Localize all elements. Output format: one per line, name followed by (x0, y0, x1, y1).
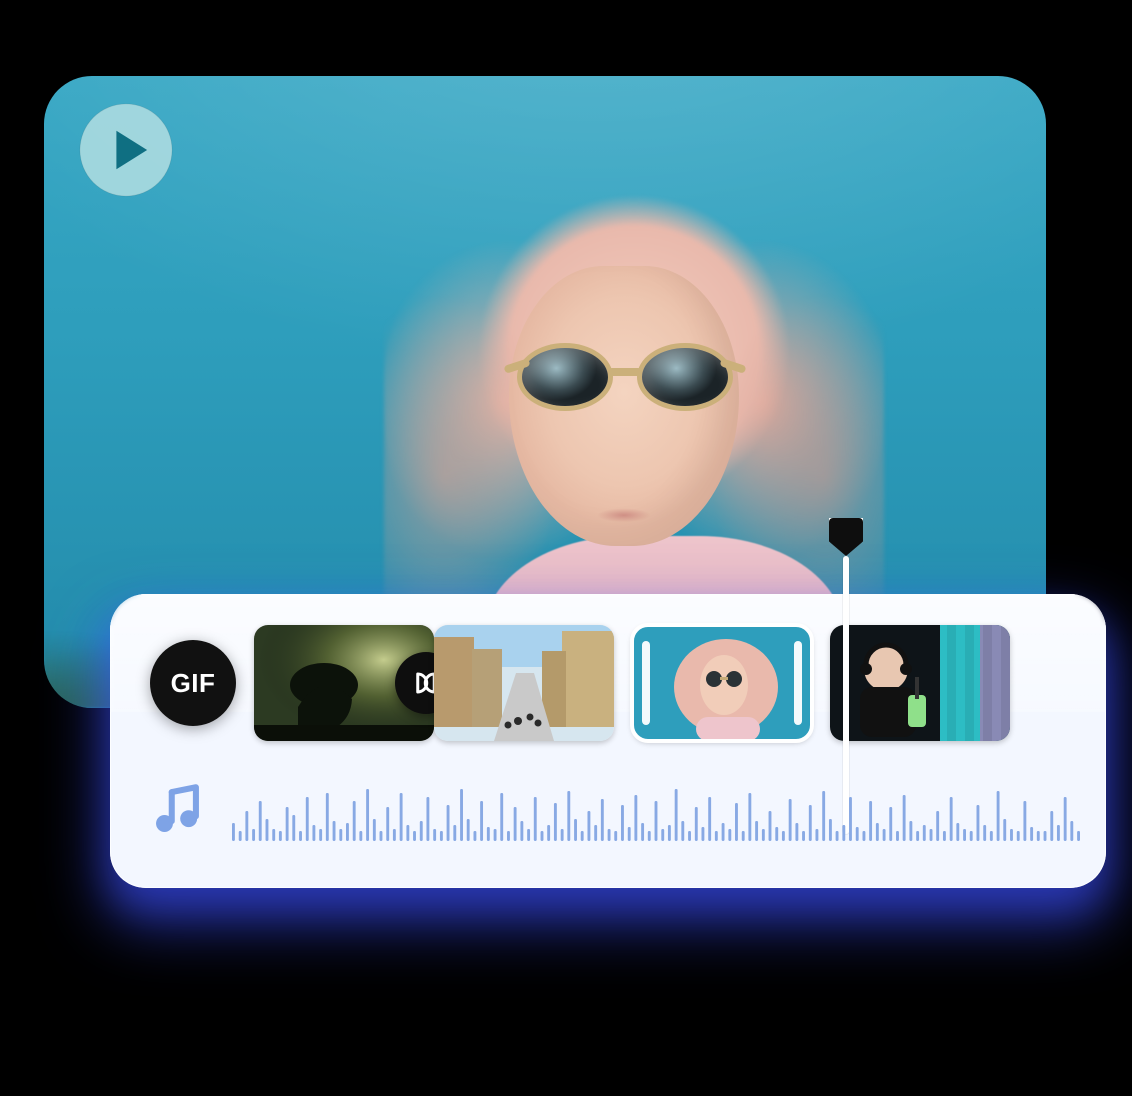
playhead-flag-icon (829, 518, 863, 556)
gif-label: GIF (171, 668, 216, 699)
gif-button[interactable]: GIF (150, 640, 236, 726)
timeline-panel: GIF (110, 594, 1106, 888)
portrait-mouth (588, 508, 660, 526)
sunglasses-icon (522, 348, 728, 412)
play-icon (78, 102, 174, 198)
clip-3[interactable] (632, 625, 812, 741)
audio-waveform[interactable] (232, 777, 1080, 841)
play-button[interactable] (78, 102, 174, 198)
trim-handle-left[interactable] (642, 641, 650, 725)
clip-track[interactable] (254, 625, 1010, 741)
trim-handle-right[interactable] (794, 641, 802, 725)
clips-row: GIF (150, 624, 1080, 742)
clip-2[interactable] (434, 625, 614, 741)
audio-row (150, 772, 1080, 846)
music-icon (150, 780, 208, 838)
